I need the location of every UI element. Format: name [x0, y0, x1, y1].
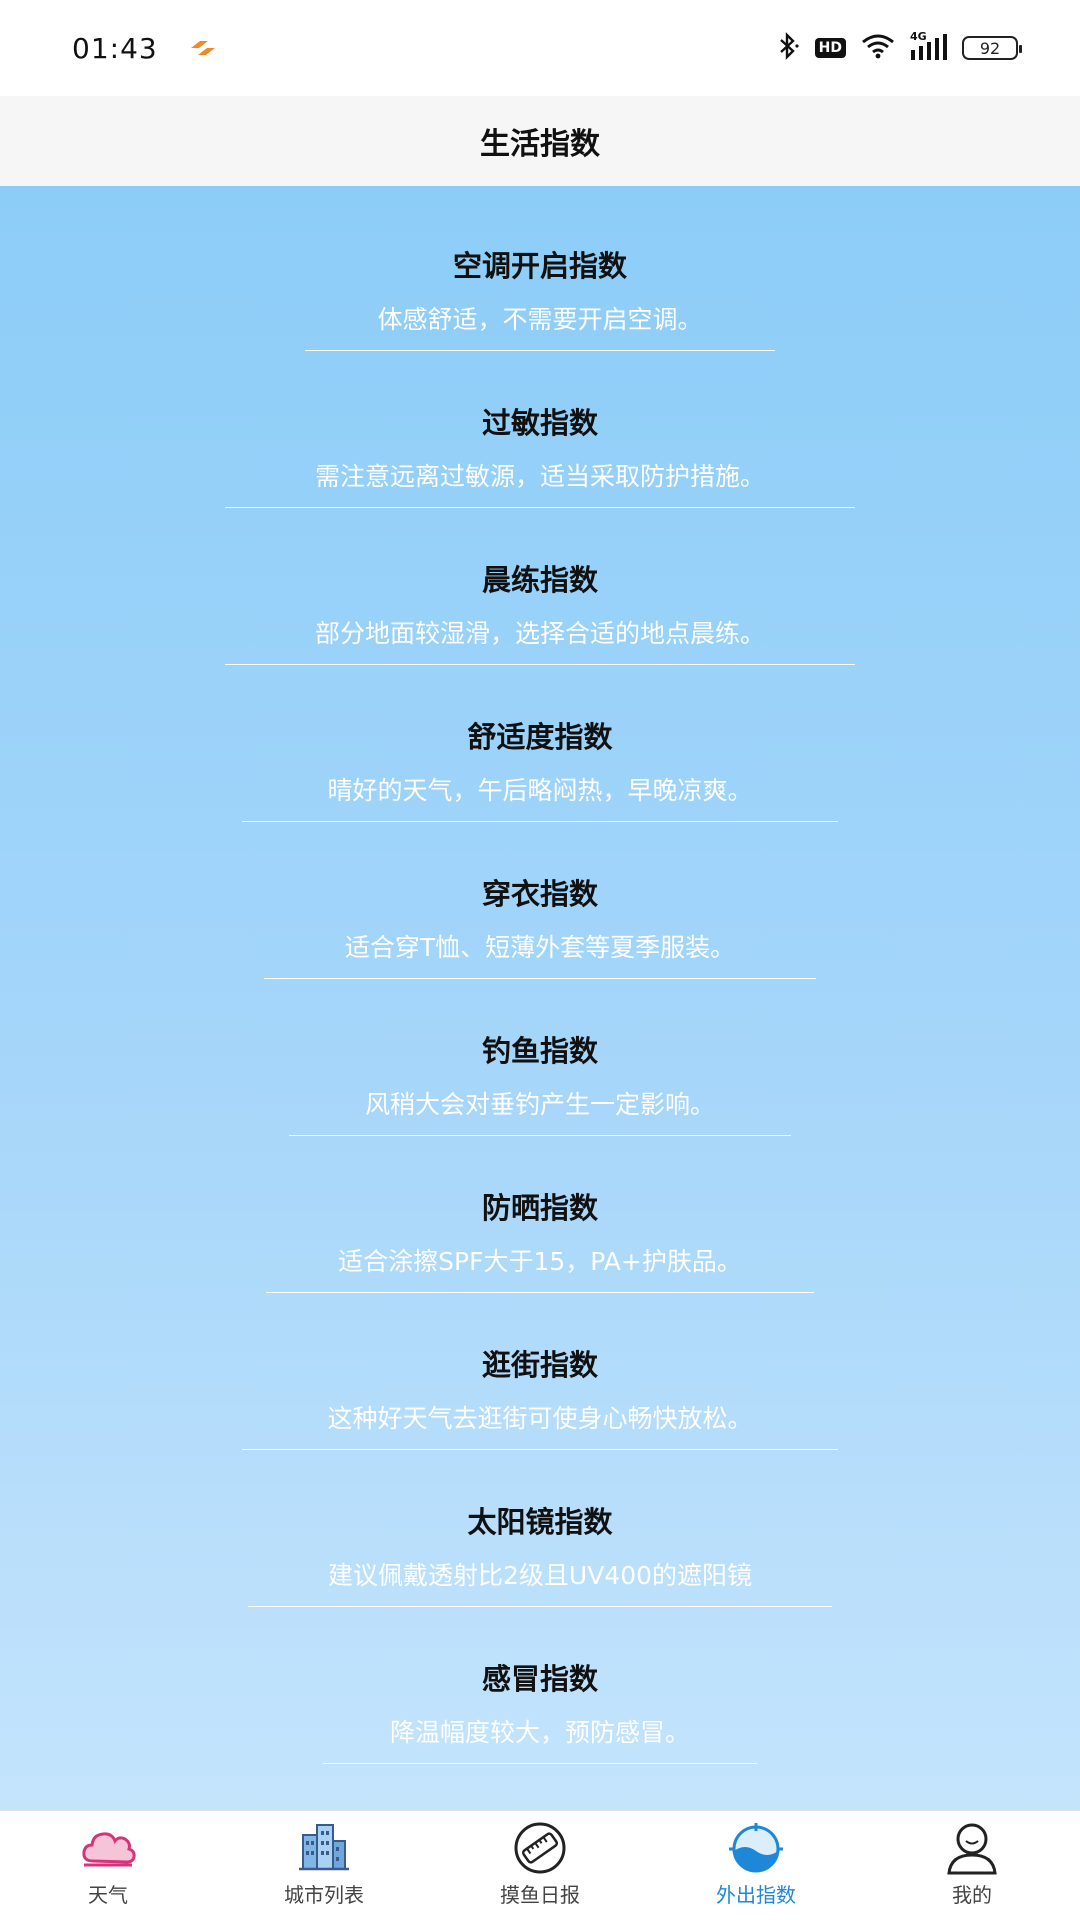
index-title: 晨练指数 — [481, 563, 598, 597]
index-item: 感冒指数 降温幅度较大，预防感冒。 — [0, 1659, 1080, 1810]
index-item: 舒适度指数 晴好的天气，午后略闷热，早晚凉爽。 — [0, 717, 1080, 874]
divider — [225, 664, 855, 665]
index-desc: 部分地面较湿滑，选择合适的地点晨练。 — [314, 619, 765, 648]
divider — [323, 1763, 757, 1764]
city-buildings-icon — [295, 1821, 353, 1875]
divider — [266, 1292, 814, 1293]
signal-icon: 4G — [910, 30, 948, 62]
index-title: 逛街指数 — [481, 1348, 598, 1382]
index-title: 空调开启指数 — [452, 249, 627, 283]
index-item: 太阳镜指数 建议佩戴透射比2级且UV400的遮阳镜 — [0, 1502, 1080, 1659]
bottom-tab-bar: 天气 城市列表 摸鱼日报 外出指数 我的 — [0, 1810, 1080, 1920]
divider — [242, 1449, 838, 1450]
divider — [264, 978, 816, 979]
cloud-icon — [79, 1821, 137, 1875]
wifi-icon — [860, 33, 896, 63]
tab-label: 摸鱼日报 — [500, 1883, 580, 1907]
status-indicators: HD 4G 92 — [775, 30, 1022, 64]
index-title: 太阳镜指数 — [467, 1505, 613, 1539]
divider — [248, 1606, 832, 1607]
tab-label: 外出指数 — [716, 1883, 796, 1907]
hd-badge: HD — [814, 38, 846, 58]
tab-fish-daily[interactable]: 摸鱼日报 — [432, 1811, 648, 1920]
index-desc: 这种好天气去逛街可使身心畅快放松。 — [327, 1404, 753, 1433]
tab-label: 城市列表 — [284, 1883, 364, 1907]
index-desc: 体感舒适，不需要开启空调。 — [377, 305, 703, 334]
ruler-icon — [511, 1821, 569, 1875]
tab-label: 天气 — [88, 1883, 128, 1907]
tab-weather[interactable]: 天气 — [0, 1811, 216, 1920]
index-desc: 适合穿T恤、短薄外套等夏季服装。 — [344, 933, 736, 962]
life-index-list[interactable]: 空调开启指数 体感舒适，不需要开启空调。 过敏指数 需注意远离过敏源，适当采取防… — [0, 186, 1080, 1810]
index-title: 钓鱼指数 — [481, 1034, 598, 1068]
tab-label: 我的 — [952, 1883, 992, 1907]
index-title: 过敏指数 — [481, 406, 598, 440]
battery-indicator: 92 — [962, 36, 1022, 60]
index-title: 舒适度指数 — [467, 720, 613, 754]
tab-outing-index[interactable]: 外出指数 — [648, 1811, 864, 1920]
user-icon — [943, 1821, 1001, 1875]
index-desc: 需注意远离过敏源，适当采取防护措施。 — [314, 462, 765, 491]
index-item: 钓鱼指数 风稍大会对垂钓产生一定影响。 — [0, 1031, 1080, 1188]
index-item: 过敏指数 需注意远离过敏源，适当采取防护措施。 — [0, 403, 1080, 560]
title-bar: 生活指数 — [0, 96, 1080, 186]
divider — [225, 507, 855, 508]
status-time: 01:43 — [72, 31, 158, 65]
notification-icon — [188, 38, 218, 58]
index-item: 穿衣指数 适合穿T恤、短薄外套等夏季服装。 — [0, 874, 1080, 1031]
index-desc: 风稍大会对垂钓产生一定影响。 — [364, 1090, 715, 1119]
index-item: 防晒指数 适合涂擦SPF大于15，PA+护肤品。 — [0, 1188, 1080, 1345]
index-desc: 降温幅度较大，预防感冒。 — [389, 1718, 690, 1747]
index-desc: 建议佩戴透射比2级且UV400的遮阳镜 — [327, 1561, 753, 1590]
tab-mine[interactable]: 我的 — [864, 1811, 1080, 1920]
divider — [289, 1135, 791, 1136]
index-title: 感冒指数 — [481, 1662, 598, 1696]
index-item: 空调开启指数 体感舒适，不需要开启空调。 — [0, 246, 1080, 403]
tab-city-list[interactable]: 城市列表 — [216, 1811, 432, 1920]
index-desc: 晴好的天气，午后略闷热，早晚凉爽。 — [327, 776, 753, 805]
index-title: 防晒指数 — [481, 1191, 598, 1225]
divider — [242, 821, 838, 822]
index-item: 晨练指数 部分地面较湿滑，选择合适的地点晨练。 — [0, 560, 1080, 717]
index-item: 逛街指数 这种好天气去逛街可使身心畅快放松。 — [0, 1345, 1080, 1502]
divider — [305, 350, 775, 351]
status-bar: 01:43 HD 4G 92 — [0, 0, 1080, 96]
page-title: 生活指数 — [480, 127, 600, 162]
index-desc: 适合涂擦SPF大于15，PA+护肤品。 — [338, 1247, 742, 1276]
bluetooth-icon — [775, 32, 801, 64]
globe-icon — [727, 1821, 785, 1875]
index-title: 穿衣指数 — [481, 877, 598, 911]
